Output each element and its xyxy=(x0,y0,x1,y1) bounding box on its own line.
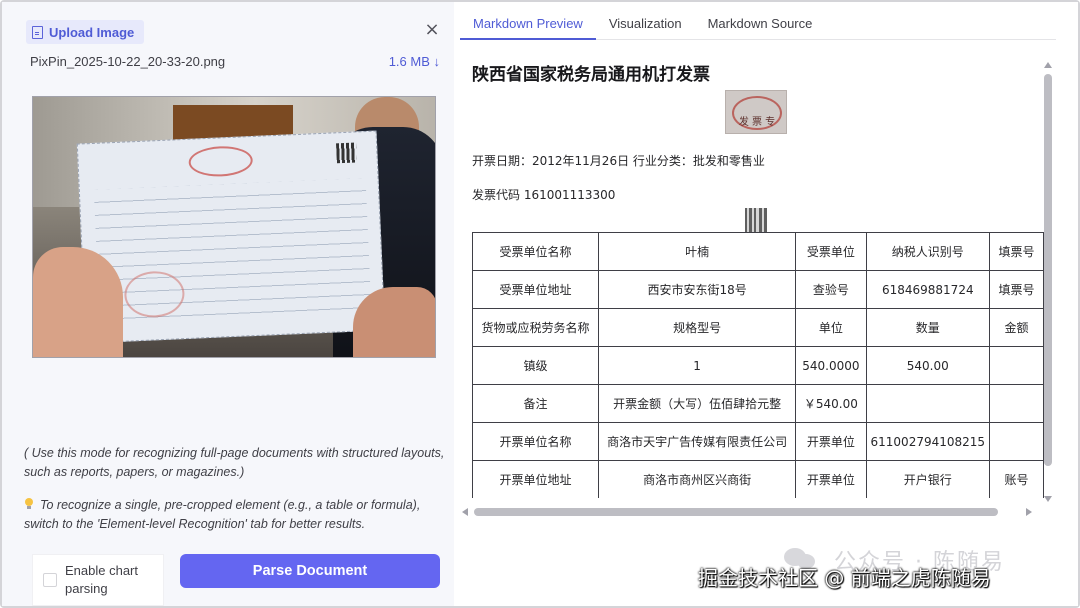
table-cell: 611002794108215 xyxy=(865,422,991,461)
table-cell: 商洛市天宇广告传媒有限责任公司 xyxy=(597,422,797,461)
scroll-right-arrow-icon[interactable] xyxy=(1026,508,1032,516)
table-cell: 填票号 xyxy=(989,232,1044,271)
parse-document-button[interactable]: Parse Document xyxy=(180,554,440,588)
scroll-up-arrow-icon[interactable] xyxy=(1044,62,1052,68)
table-row: 镇级 1 540.0000 540.00 xyxy=(472,346,1044,385)
upload-image-label: Upload Image xyxy=(49,24,135,40)
table-cell: 开票单位地址 xyxy=(472,460,599,498)
enable-chart-parsing-toggle[interactable]: Enable chart parsing xyxy=(32,554,164,606)
table-cell: 查验号 xyxy=(795,270,867,309)
table-cell: 540.0000 xyxy=(795,346,867,385)
table-cell: 填票号 xyxy=(989,270,1044,309)
table-cell: 受票单位地址 xyxy=(472,270,599,309)
table-cell: 540.00 xyxy=(865,346,991,385)
invoice-date-line: 开票日期：2012年11月26日 行业分类：批发和零售业 xyxy=(472,154,765,168)
output-panel: Markdown Preview Visualization Markdown … xyxy=(456,2,1078,606)
watermark: 公众号 · 陈随易 掘金技术社区 @ 前端之虎陈随易 xyxy=(698,544,1074,600)
photo-invoice-qr xyxy=(336,142,357,164)
close-icon[interactable]: × xyxy=(422,20,442,40)
table-cell: 镇级 xyxy=(472,346,599,385)
seal-image: 发 票 专 xyxy=(725,90,787,134)
tab-visualization[interactable]: Visualization xyxy=(596,12,695,40)
table-cell: 受票单位名称 xyxy=(472,232,599,271)
photo-right-hand xyxy=(353,287,435,357)
table-cell: 商洛市商州区兴商街 xyxy=(597,460,797,498)
scroll-left-arrow-icon[interactable] xyxy=(462,508,468,516)
tab-markdown-preview[interactable]: Markdown Preview xyxy=(460,12,596,40)
input-panel: Upload Image × PixPin_2025-10-22_20-33-2… xyxy=(2,2,454,606)
scroll-down-arrow-icon[interactable] xyxy=(1044,496,1052,502)
photo-left-hand xyxy=(33,247,123,357)
chart-parsing-label: Enable chart parsing xyxy=(65,563,138,596)
qr-code-image xyxy=(745,208,767,232)
table-cell: 规格型号 xyxy=(597,308,797,347)
table-row: 受票单位名称 叶楠 受票单位 纳税人识别号 填票号 xyxy=(472,232,1044,271)
table-cell: 开户银行 xyxy=(865,460,991,498)
lightbulb-icon xyxy=(24,498,34,510)
table-cell: 开票金额（大写）伍佰肆拾元整 xyxy=(597,384,797,423)
table-cell xyxy=(989,346,1044,385)
uploaded-image-preview xyxy=(32,96,436,358)
table-cell: ￥540.00 xyxy=(795,384,867,423)
invoice-code-line: 发票代码 161001113300 xyxy=(472,188,616,202)
table-row: 开票单位地址 商洛市商州区兴商街 开票单位 开户银行 账号 xyxy=(472,460,1044,498)
table-row: 受票单位地址 西安市安东街18号 查验号 618469881724 填票号 xyxy=(472,270,1044,309)
table-cell xyxy=(989,384,1044,423)
table-cell: 金额 xyxy=(989,308,1044,347)
table-cell: 单位 xyxy=(795,308,867,347)
table-cell: 数量 xyxy=(865,308,991,347)
upload-image-badge[interactable]: Upload Image xyxy=(26,20,145,44)
vertical-scrollbar[interactable] xyxy=(1044,62,1052,502)
table-cell: 开票单位 xyxy=(795,460,867,498)
table-row: 备注 开票金额（大写）伍佰肆拾元整 ￥540.00 xyxy=(472,384,1044,423)
tip-note: To recognize a single, pre-cropped eleme… xyxy=(24,496,448,534)
document-title: 陕西省国家税务局通用机打发票 xyxy=(472,65,710,85)
table-row: 开票单位名称 商洛市天宇广告传媒有限责任公司 开票单位 611002794108… xyxy=(472,422,1044,461)
table-cell xyxy=(989,422,1044,461)
chart-parsing-checkbox[interactable] xyxy=(43,573,57,587)
table-cell: 1 xyxy=(597,346,797,385)
vertical-scroll-thumb[interactable] xyxy=(1044,74,1052,466)
file-name: PixPin_2025-10-22_20-33-20.png xyxy=(30,54,226,69)
table-cell: 叶楠 xyxy=(597,232,797,271)
table-cell: 货物或应税劳务名称 xyxy=(472,308,599,347)
invoice-table: 受票单位名称 叶楠 受票单位 纳税人识别号 填票号 受票单位地址 西安市安东街1… xyxy=(472,232,1044,498)
table-cell xyxy=(865,384,991,423)
watermark-credit: 掘金技术社区 @ 前端之虎陈随易 xyxy=(698,566,991,590)
file-size-download-link[interactable]: 1.6 MB ↓ xyxy=(389,54,440,69)
photo-invoice-paper xyxy=(76,130,386,344)
file-info-row: PixPin_2025-10-22_20-33-20.png 1.6 MB ↓ xyxy=(30,54,440,69)
table-row: 货物或应税劳务名称 规格型号 单位 数量 金额 xyxy=(472,308,1044,347)
table-cell: 纳税人识别号 xyxy=(865,232,991,271)
table-cell: 西安市安东街18号 xyxy=(597,270,797,309)
horizontal-scroll-thumb[interactable] xyxy=(474,508,998,516)
mode-note: ( Use this mode for recognizing full-pag… xyxy=(24,446,445,479)
seal-text: 发 票 专 xyxy=(738,117,776,128)
table-cell: 开票单位名称 xyxy=(472,422,599,461)
tab-markdown-source[interactable]: Markdown Source xyxy=(695,12,826,40)
horizontal-scrollbar[interactable] xyxy=(462,508,1032,516)
table-cell: 受票单位 xyxy=(795,232,867,271)
table-cell: 开票单位 xyxy=(795,422,867,461)
table-cell: 备注 xyxy=(472,384,599,423)
table-cell: 618469881724 xyxy=(865,270,991,309)
tip-text: To recognize a single, pre-cropped eleme… xyxy=(24,498,421,531)
file-icon xyxy=(32,25,43,39)
photo-invoice-seal xyxy=(188,144,254,178)
markdown-preview: 陕西省国家税务局通用机打发票 发 票 专 开票日期：2012年11月26日 行业… xyxy=(472,58,1044,498)
table-cell: 账号 xyxy=(989,460,1044,498)
output-tabs: Markdown Preview Visualization Markdown … xyxy=(460,12,1056,40)
